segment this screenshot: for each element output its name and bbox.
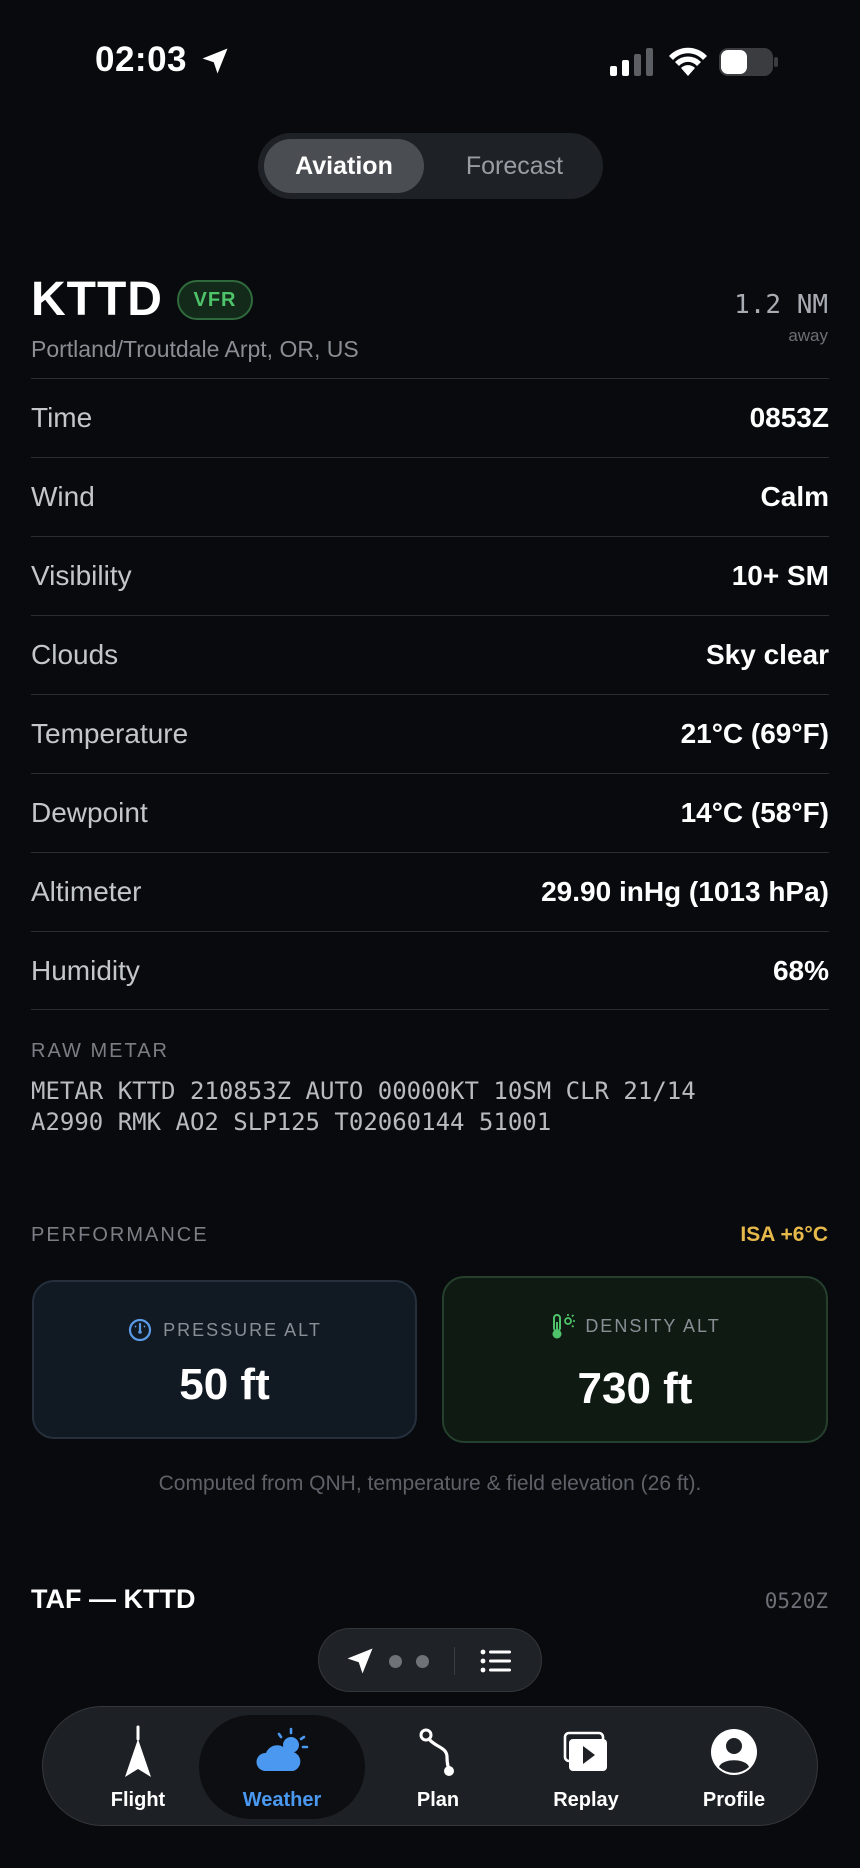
detail-row-visibility: Visibility 10+ SM [31,536,829,615]
detail-value: 21°C (69°F) [680,718,829,749]
segment-aviation[interactable]: Aviation [264,139,424,193]
tab-bar: Flight Weather Plan Replay Profile [42,1706,818,1826]
cellular-signal-icon [610,48,653,76]
isa-deviation: ISA +6°C [740,1223,828,1246]
detail-row-altimeter: Altimeter 29.90 inHg (1013 hPa) [31,852,829,931]
detail-value: Sky clear [706,639,829,670]
location-arrow-icon[interactable] [345,1646,375,1676]
view-segmented-control: Aviation Forecast [258,133,603,199]
pressure-altitude-card: PRESSURE ALT 50 ft [32,1280,417,1439]
tab-replay[interactable]: Replay [511,1707,661,1827]
detail-row-dewpoint: Dewpoint 14°C (58°F) [31,773,829,852]
density-altitude-card: DENSITY ALT 730 ft [442,1276,828,1443]
detail-row-wind: Wind Calm [31,457,829,536]
detail-label: Clouds [31,639,119,670]
detail-label: Dewpoint [31,797,148,828]
station-name: Portland/Troutdale Arpt, OR, US [31,336,359,362]
detail-value: 10+ SM [731,560,829,591]
detail-value: 68% [772,954,829,986]
station-id: KTTD [31,273,163,326]
density-alt-value: 730 ft [577,1364,693,1413]
profile-icon [711,1729,757,1775]
detail-value: 29.90 inHg (1013 hPa) [541,876,829,907]
tab-label: Profile [702,1789,766,1811]
detail-label: Time [31,402,93,433]
tab-profile[interactable]: Profile [659,1707,809,1827]
pill-divider [454,1647,455,1675]
detail-label: Altimeter [31,876,142,907]
pressure-alt-title: PRESSURE ALT [34,1316,415,1344]
list-icon[interactable] [479,1646,513,1676]
page-control-pill [318,1628,542,1692]
detail-label: Temperature [31,718,189,749]
station-distance: 1.2 NM [734,290,828,320]
weather-icon [256,1727,309,1771]
segment-aviation-label: Aviation [295,151,393,180]
status-bar: 02:03 [0,0,860,120]
gauge-icon [129,1318,152,1342]
detail-row-temperature: Temperature 21°C (69°F) [31,694,829,773]
raw-metar-heading: RAW METAR [31,1040,169,1062]
tab-label: Replay [553,1789,619,1811]
wifi-icon [669,47,707,76]
density-alt-label: DENSITY ALT [585,1315,721,1336]
detail-label: Wind [31,481,95,512]
detail-value: 14°C (58°F) [680,797,829,828]
pressure-alt-label: PRESSURE ALT [163,1319,322,1340]
performance-note: Computed from QNH, temperature & field e… [158,1472,702,1495]
taf-title: TAF — KTTD [31,1584,196,1614]
plan-icon [419,1728,454,1776]
battery-icon [719,48,778,76]
replay-icon [563,1731,607,1771]
status-time: 02:03 [95,40,188,79]
page-dot[interactable] [389,1655,402,1668]
flight-icon [125,1725,151,1777]
density-alt-title: DENSITY ALT [444,1312,826,1340]
raw-metar-text: METAR KTTD 210853Z AUTO 00000KT 10SM CLR… [31,1077,696,1136]
tab-flight[interactable]: Flight [63,1707,213,1827]
segment-forecast-label: Forecast [465,151,564,180]
tab-label: Flight [110,1789,166,1811]
detail-value: Calm [760,481,829,512]
tab-plan[interactable]: Plan [363,1707,513,1827]
detail-label: Humidity [31,954,140,986]
tab-label: Weather [242,1789,322,1811]
performance-heading: PERFORMANCE [31,1224,209,1246]
segment-forecast[interactable]: Forecast [432,139,597,193]
detail-value: 0853Z [749,402,829,433]
detail-row-clouds: Clouds Sky clear [31,615,829,694]
distance-suffix: away [788,326,828,345]
page-dot[interactable] [416,1655,429,1668]
detail-label: Visibility [31,560,132,591]
tab-weather[interactable]: Weather [199,1707,365,1827]
thermometer-sun-icon [552,1314,576,1339]
flight-category-badge: VFR [177,280,253,320]
metar-details-list: Time 0853Z Wind Calm Visibility 10+ SM C… [31,378,829,1010]
detail-row-time: Time 0853Z [31,378,829,457]
location-arrow-icon [202,48,228,74]
tab-label: Plan [416,1789,460,1811]
taf-time: 0520Z [764,1589,828,1613]
pressure-alt-value: 50 ft [179,1360,270,1409]
detail-row-humidity: Humidity 68% [31,931,829,1010]
